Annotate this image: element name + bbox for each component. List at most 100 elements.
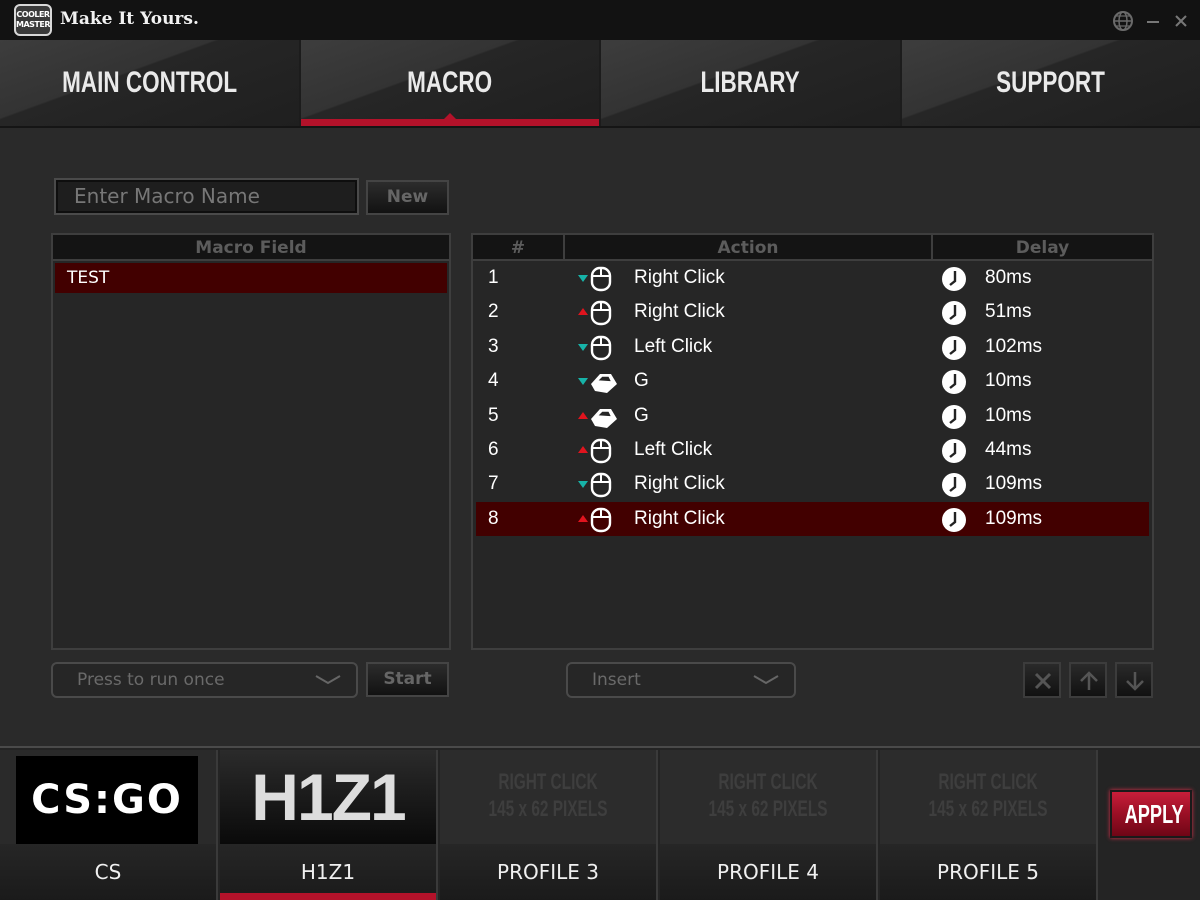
minimize-icon[interactable] <box>1142 10 1164 32</box>
action-name: G <box>634 404 649 426</box>
action-name: G <box>634 370 649 392</box>
tab-support[interactable]: SUPPORT <box>901 40 1200 126</box>
profile-4[interactable]: RIGHT CLICK 145 x 62 PIXELS PROFILE 4 <box>660 750 878 900</box>
arrow-up-icon <box>1080 671 1098 690</box>
insert-value: Insert <box>592 670 641 690</box>
delay-value[interactable]: 10ms <box>985 399 1031 433</box>
delay-value[interactable]: 10ms <box>985 364 1031 398</box>
new-macro-button[interactable]: New <box>366 180 449 215</box>
key-down-icon <box>578 275 588 282</box>
clock-icon <box>941 404 967 430</box>
delay-value[interactable]: 80ms <box>985 261 1031 295</box>
delete-icon <box>1034 672 1052 690</box>
tab-label: SUPPORT <box>996 66 1106 99</box>
key-down-icon <box>578 378 588 386</box>
move-up-button[interactable] <box>1069 662 1107 698</box>
profile-cs[interactable]: CS:GO CS <box>0 750 218 900</box>
run-mode-value: Press to run once <box>77 670 225 690</box>
macro-name-input[interactable]: Enter Macro Name <box>54 178 359 215</box>
placeholder-line: 145 x 62 PIXELS <box>928 796 1048 821</box>
table-row[interactable]: 2 Right Click 51ms <box>476 295 1149 329</box>
delay-value[interactable]: 44ms <box>985 433 1031 467</box>
column-header-number: # <box>473 235 565 259</box>
profile-thumbnail-placeholder: RIGHT CLICK 145 x 62 PIXELS <box>660 750 876 844</box>
delay-value[interactable]: 109ms <box>985 502 1042 536</box>
macro-field-panel: Macro Field TEST <box>51 233 451 650</box>
tab-label: LIBRARY <box>700 66 800 99</box>
profile-thumbnail: CS:GO <box>0 750 216 844</box>
table-header: # Action Delay <box>473 235 1152 261</box>
mouse-icon <box>589 266 613 292</box>
macro-list-item[interactable]: TEST <box>55 263 447 293</box>
placeholder-line: RIGHT CLICK <box>498 769 598 794</box>
placeholder-line: 145 x 62 PIXELS <box>708 796 828 821</box>
clock-icon <box>941 300 967 326</box>
column-header-delay: Delay <box>1015 238 1070 258</box>
mouse-icon <box>589 300 613 326</box>
profile-3[interactable]: RIGHT CLICK 145 x 62 PIXELS PROFILE 3 <box>440 750 658 900</box>
profile-bar: CS:GO CS H1Z1 H1Z1 RIGHT CLICK 145 x 62 P… <box>0 746 1200 900</box>
macro-field-title: Macro Field <box>195 238 307 258</box>
tab-macro[interactable]: MACRO <box>300 40 599 126</box>
table-row[interactable]: 4 G 10ms <box>476 364 1149 398</box>
csgo-logo: CS:GO <box>16 756 198 844</box>
row-number: 5 <box>488 404 499 426</box>
tab-main-control[interactable]: MAIN CONTROL <box>0 40 299 126</box>
key-up-icon <box>578 411 588 419</box>
profile-5[interactable]: RIGHT CLICK 145 x 62 PIXELS PROFILE 5 <box>880 750 1098 900</box>
key-up-icon <box>578 445 588 453</box>
table-row[interactable]: 1 Right Click 80ms <box>476 261 1149 295</box>
profile-thumbnail: H1Z1 <box>220 750 436 844</box>
cooler-master-logo: COOLER MASTER <box>14 4 52 36</box>
action-name: Left Click <box>634 335 713 357</box>
clock-icon <box>941 369 967 395</box>
arrow-down-icon <box>1126 672 1144 691</box>
mouse-icon <box>589 438 613 464</box>
row-number: 3 <box>488 335 499 357</box>
table-row[interactable]: 7 Right Click 109ms <box>476 467 1149 501</box>
delay-value[interactable]: 109ms <box>985 467 1042 501</box>
table-row[interactable]: 8 Right Click 109ms <box>476 501 1149 537</box>
table-row[interactable]: 3 Left Click 102ms <box>476 330 1149 364</box>
profile-h1z1[interactable]: H1Z1 H1Z1 <box>220 750 438 900</box>
chevron-down-icon <box>753 675 779 685</box>
table-row[interactable]: 6 Left Click 44ms <box>476 433 1149 467</box>
mouse-icon <box>589 507 613 533</box>
table-body: 1 Right Click 80ms 2 Right Click 51ms 3 Left Cl… <box>473 261 1152 537</box>
delete-action-button[interactable] <box>1023 662 1061 698</box>
run-mode-dropdown[interactable]: Press to run once <box>51 662 358 698</box>
main-tabs: MAIN CONTROL MACRO LIBRARY SUPPORT <box>0 40 1200 128</box>
apply-button[interactable]: APPLY <box>1110 790 1192 838</box>
action-name: Right Click <box>634 473 725 495</box>
h1z1-logo: H1Z1 <box>251 760 406 834</box>
column-header-action: Action <box>565 235 933 259</box>
clock-icon <box>941 472 967 498</box>
profile-label: CS <box>0 844 216 900</box>
insert-dropdown[interactable]: Insert <box>566 662 796 698</box>
row-number: 4 <box>488 370 499 392</box>
globe-icon[interactable] <box>1112 10 1134 32</box>
close-icon[interactable] <box>1170 10 1192 32</box>
row-number: 6 <box>488 438 499 460</box>
profile-label: PROFILE 3 <box>440 844 656 900</box>
delay-value[interactable]: 102ms <box>985 330 1042 364</box>
clock-icon <box>941 438 967 464</box>
delay-value[interactable]: 51ms <box>985 295 1031 329</box>
mouse-icon <box>589 472 613 498</box>
tab-label: MAIN CONTROL <box>61 66 237 99</box>
table-row[interactable]: 5 G 10ms <box>476 399 1149 433</box>
start-button[interactable]: Start <box>366 662 449 697</box>
row-number: 2 <box>488 301 499 323</box>
clock-icon <box>941 507 967 533</box>
profile-thumbnail-placeholder: RIGHT CLICK 145 x 62 PIXELS <box>440 750 656 844</box>
key-up-icon <box>578 514 588 522</box>
profile-thumbnail-placeholder: RIGHT CLICK 145 x 62 PIXELS <box>880 750 1096 844</box>
move-down-button[interactable] <box>1115 662 1153 698</box>
action-name: Right Click <box>634 301 725 323</box>
mouse-icon <box>589 335 613 361</box>
apply-label: APPLY <box>1124 799 1184 829</box>
placeholder-line: RIGHT CLICK <box>938 769 1038 794</box>
macro-app-window: COOLER MASTER Make It Yours. MAIN CONTRO… <box>0 0 1200 900</box>
tab-library[interactable]: LIBRARY <box>601 40 900 126</box>
tab-label: MACRO <box>407 66 493 99</box>
